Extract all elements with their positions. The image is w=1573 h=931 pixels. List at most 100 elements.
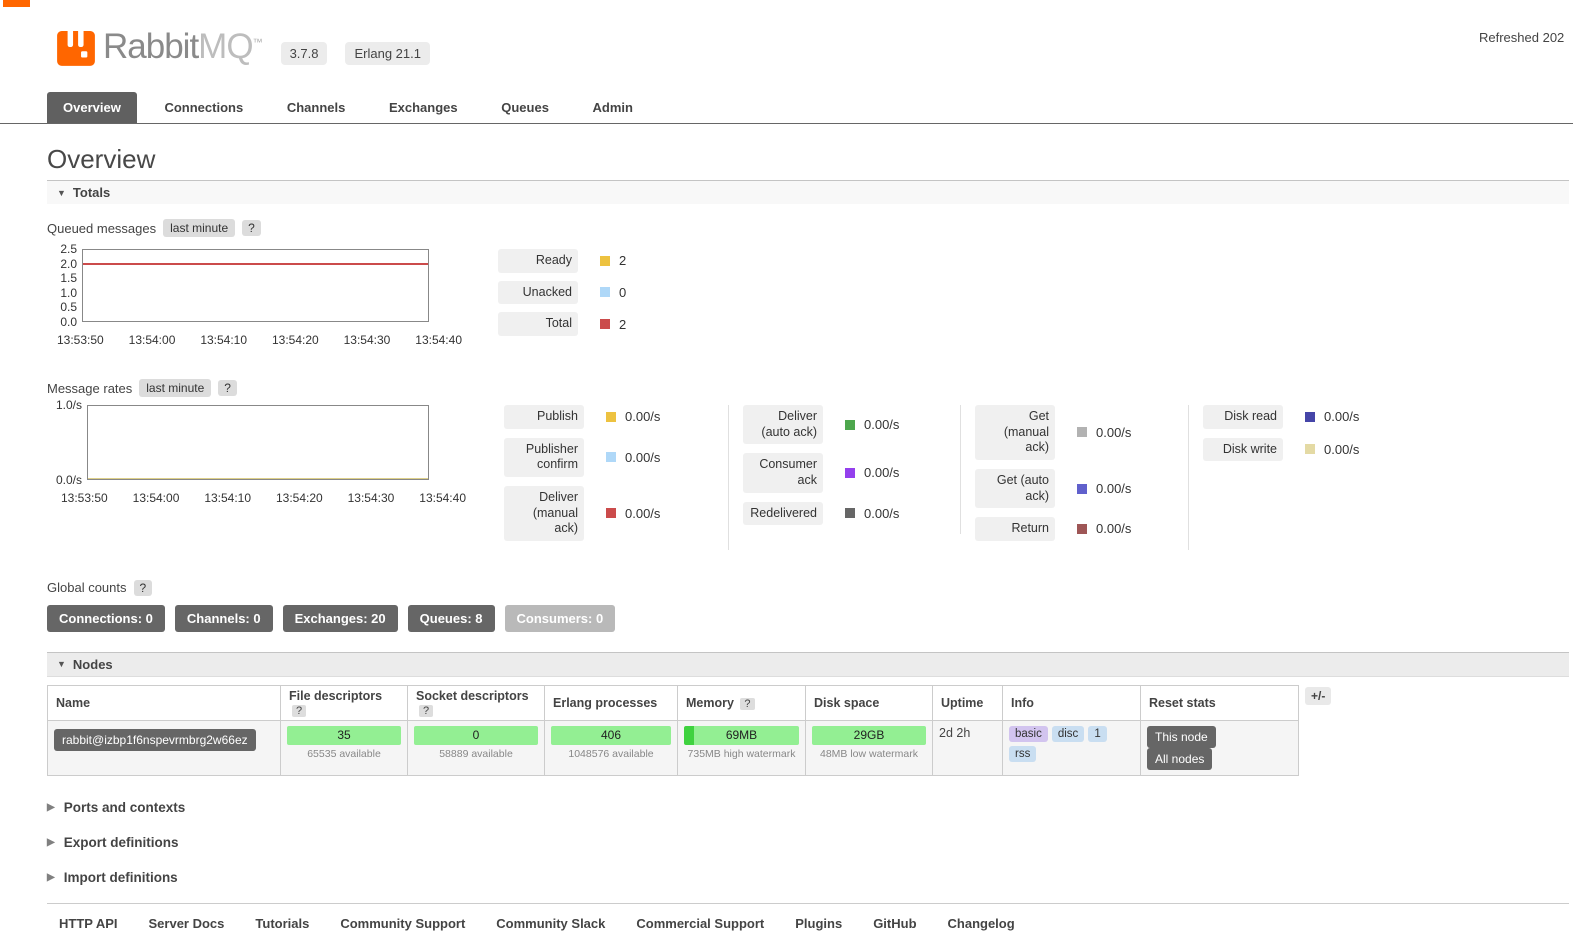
queued-messages-label-row: Queued messages last minute ?: [47, 219, 1569, 237]
legend-row-deliver-manual-ack: Deliver (manual ack) 0.00/s: [504, 485, 714, 541]
y-tick-label: 2.5: [60, 242, 77, 256]
totals-section-header[interactable]: ▼ Totals: [47, 180, 1569, 204]
legend-label: Get (manual ack): [975, 405, 1055, 460]
legend-label: Return: [975, 517, 1055, 541]
refresh-status: Refreshed 202: [1479, 30, 1565, 45]
trademark-symbol: ™: [252, 37, 263, 49]
legend-row-get-auto-ack: Get (auto ack) 0.00/s: [975, 468, 1174, 509]
period-selector[interactable]: last minute: [163, 219, 236, 237]
footer-link-community-support[interactable]: Community Support: [340, 916, 465, 931]
help-icon[interactable]: ?: [218, 380, 237, 396]
legend-label: Disk read: [1203, 405, 1283, 429]
message-rates-chart: 1.0/s 0.0/s 13:53:50 13:54:00 13:54:10 1…: [47, 398, 466, 505]
x-tick-label: 13:54:20: [275, 491, 323, 505]
global-counts-label: Global counts: [47, 580, 127, 596]
col-header-memory: Memory ?: [677, 684, 806, 721]
y-tick-label: 0.5: [60, 300, 77, 315]
redelivered-swatch-icon: [845, 508, 855, 519]
global-counts-badges: Connections: 0 Channels: 0 Exchanges: 20…: [47, 604, 1569, 632]
legend-value: 0.00/s: [864, 465, 900, 481]
expand-arrow-icon: ▶: [47, 836, 55, 848]
section-import-definitions[interactable]: ▶ Import definitions: [47, 870, 1569, 885]
disk-read-swatch-icon: [1305, 411, 1315, 422]
node-name-link[interactable]: rabbit@izbp1f6nspevrmbrg2w66ez: [54, 728, 256, 751]
legend-label: Total: [498, 312, 578, 336]
legend-row-disk-read: Disk read 0.00/s: [1203, 405, 1375, 429]
footer-link-commercial-support[interactable]: Commercial Support: [636, 916, 764, 931]
rates-legend-column-1: Publish 0.00/s Publisher confirm 0.00/s …: [504, 405, 729, 550]
tab-connections[interactable]: Connections: [148, 92, 259, 123]
help-icon[interactable]: ?: [740, 697, 755, 710]
legend-label: Deliver (auto ack): [743, 405, 823, 445]
footer-link-server-docs[interactable]: Server Docs: [149, 916, 225, 931]
section-export-definitions[interactable]: ▶ Export definitions: [47, 835, 1569, 850]
publisher-confirm-swatch-icon: [606, 452, 616, 463]
publish-swatch-icon: [606, 411, 616, 422]
erlang-processes-sub: 1048576 available: [568, 747, 654, 760]
tab-queues[interactable]: Queues: [485, 92, 565, 123]
help-icon[interactable]: ?: [133, 579, 153, 596]
legend-value: 2: [619, 316, 627, 332]
disk-space-bar: 29GB: [812, 725, 926, 745]
top-orange-fragment: [3, 0, 30, 7]
tab-overview[interactable]: Overview: [47, 92, 137, 123]
legend-row-return: Return 0.00/s: [975, 517, 1174, 541]
x-axis-labels: 13:53:50 13:54:00 13:54:10 13:54:20 13:5…: [57, 333, 462, 347]
help-icon[interactable]: ?: [292, 704, 307, 717]
legend-row-unacked: Unacked 0: [498, 280, 626, 305]
memory-bar: 69MB: [684, 725, 799, 745]
column-toggle-button[interactable]: +/-: [1305, 686, 1332, 705]
reset-this-node-button[interactable]: This node: [1147, 725, 1216, 748]
collapse-arrow-icon: ▼: [57, 187, 66, 198]
x-tick-label: 13:54:30: [347, 491, 395, 505]
queues-count-badge: Queues: 8: [407, 604, 495, 632]
reset-all-nodes-button[interactable]: All nodes: [1147, 747, 1213, 770]
footer-link-tutorials[interactable]: Tutorials: [255, 916, 309, 931]
footer-link-http-api[interactable]: HTTP API: [59, 916, 118, 931]
footer-link-plugins[interactable]: Plugins: [795, 916, 842, 931]
rabbitmq-logo-icon: [57, 28, 95, 66]
info-badge-basic: basic: [1009, 725, 1048, 742]
period-selector[interactable]: last minute: [139, 379, 212, 397]
brand-secondary: MQ: [198, 27, 253, 66]
info-cell: basic disc 1 rss: [1002, 719, 1141, 776]
y-tick-label: 1.0: [60, 285, 77, 300]
brand-primary: Rabbit: [103, 27, 199, 66]
footer-link-github[interactable]: GitHub: [873, 916, 916, 931]
help-icon[interactable]: ?: [419, 704, 434, 717]
legend-value: 0.00/s: [1324, 441, 1360, 457]
footer-link-changelog[interactable]: Changelog: [948, 916, 1015, 931]
legend-row-publisher-confirm: Publisher confirm 0.00/s: [504, 437, 714, 477]
rates-legend-column-4: Disk read 0.00/s Disk write 0.00/s: [1189, 405, 1389, 470]
brand-text: RabbitMQ™: [103, 27, 263, 67]
footer-link-community-slack[interactable]: Community Slack: [496, 916, 605, 931]
queued-messages-plot: [82, 249, 429, 322]
section-ports-and-contexts[interactable]: ▶ Ports and contexts: [47, 800, 1569, 815]
legend-value: 0.00/s: [864, 417, 900, 433]
nodes-section-header[interactable]: ▼ Nodes: [47, 651, 1569, 677]
disk-space-cell: 29GB 48MB low watermark: [805, 719, 933, 776]
tab-channels[interactable]: Channels: [271, 92, 362, 123]
message-rates-label-row: Message rates last minute ?: [47, 379, 1569, 397]
consumer-ack-swatch-icon: [845, 467, 855, 478]
tab-admin[interactable]: Admin: [577, 92, 649, 123]
erlang-badge: Erlang 21.1: [345, 42, 430, 65]
tab-exchanges[interactable]: Exchanges: [373, 92, 474, 123]
nodes-table-header-row: Name File descriptors ? Socket descripto…: [47, 684, 1299, 721]
return-swatch-icon: [1077, 523, 1087, 534]
node-row: rabbit@izbp1f6nspevrmbrg2w66ez 35 65535 …: [47, 719, 1299, 776]
collapse-arrow-icon: ▼: [57, 659, 66, 670]
memory-sub: 735MB high watermark: [687, 747, 796, 760]
x-tick-label: 13:54:40: [415, 333, 462, 347]
legend-label: Consumer ack: [743, 453, 823, 493]
y-tick-label: 0.0: [60, 314, 77, 329]
app-header: RabbitMQ™ 3.7.8 Erlang 21.1: [55, 0, 1573, 68]
info-badge-disc: disc: [1051, 725, 1085, 742]
legend-row-disk-write: Disk write 0.00/s: [1203, 437, 1375, 462]
legend-value: 0.00/s: [1324, 409, 1360, 425]
info-badge-version: 1: [1088, 725, 1107, 742]
file-descriptors-cell: 35 65535 available: [280, 719, 408, 776]
legend-row-total: Total 2: [498, 312, 626, 336]
ready-swatch-icon: [600, 255, 610, 266]
help-icon[interactable]: ?: [242, 220, 261, 236]
